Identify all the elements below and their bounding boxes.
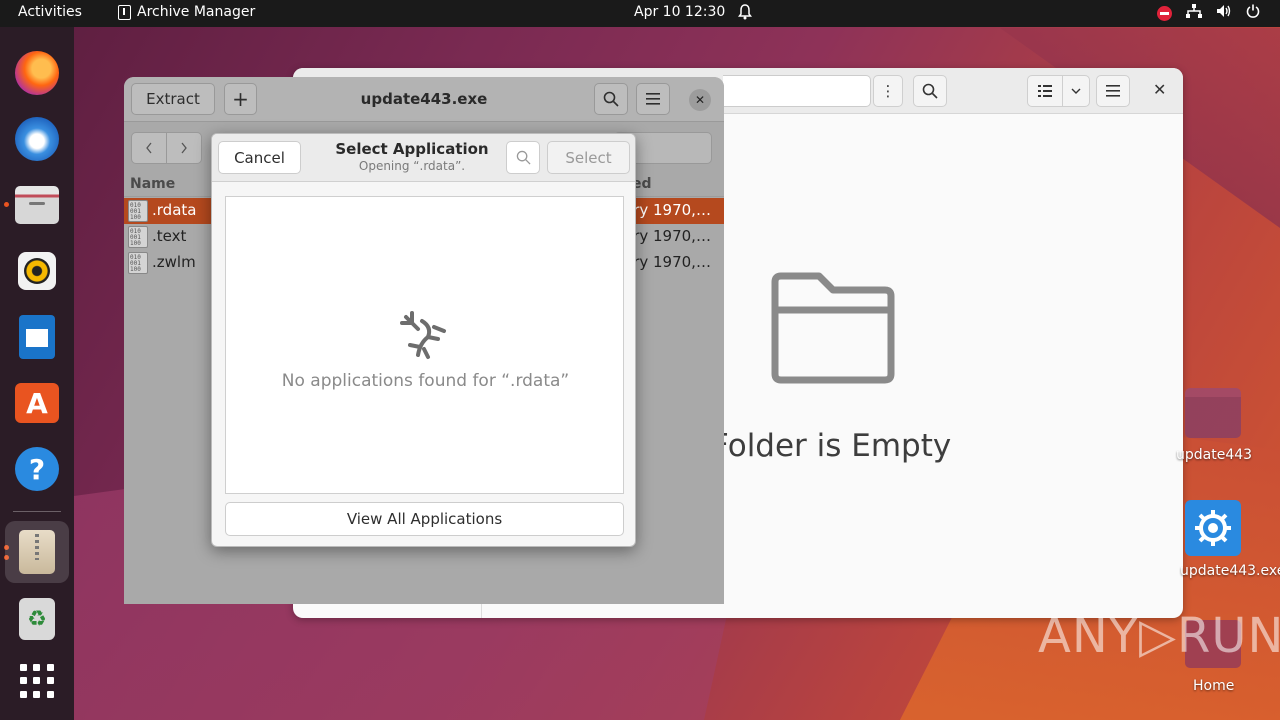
files-icon — [15, 186, 59, 224]
clock[interactable]: Apr 10 12:30 — [634, 4, 725, 20]
no-apps-icon — [400, 311, 446, 359]
file-name: .rdata — [152, 201, 197, 219]
file-date: ary 1970,… — [624, 227, 711, 245]
app-menu[interactable]: Archive Manager — [118, 4, 255, 20]
thunderbird-icon — [15, 117, 59, 161]
dock-thunderbird[interactable] — [13, 115, 61, 163]
power-icon — [1246, 4, 1260, 22]
dock-help[interactable]: ? — [13, 445, 61, 493]
empty-folder-icon — [771, 272, 895, 384]
application-list: No applications found for “.rdata” — [225, 196, 624, 494]
forward-button[interactable] — [166, 132, 202, 164]
select-application-dialog: Cancel Select Application Opening “.rdat… — [211, 133, 636, 547]
archive-app-icon — [118, 4, 131, 20]
window-title: update443.exe — [360, 90, 488, 108]
desktop-exe-icon[interactable] — [1185, 500, 1241, 556]
network-icon — [1186, 4, 1202, 22]
app-menu-label: Archive Manager — [137, 4, 256, 20]
volume-icon — [1216, 4, 1232, 22]
file-name: .text — [152, 227, 187, 245]
binary-file-icon: 010 001 100 — [128, 226, 148, 248]
dock-firefox[interactable] — [13, 49, 61, 97]
desktop-home-label[interactable]: Home — [1193, 678, 1234, 694]
path-bar[interactable] — [723, 75, 871, 107]
close-icon[interactable]: ✕ — [689, 89, 711, 111]
file-name: .zwlm — [152, 253, 196, 271]
archive-header: Extract + update443.exe ✕ — [124, 77, 724, 122]
help-icon: ? — [15, 447, 59, 491]
chevron-right-icon — [181, 142, 187, 154]
trash-icon: ♻ — [19, 598, 55, 640]
rhythmbox-icon — [18, 252, 56, 290]
search-button[interactable] — [594, 83, 628, 115]
list-view-icon — [1038, 85, 1052, 97]
dialog-subtitle: Opening “.rdata”. — [358, 159, 466, 173]
column-name[interactable]: Name — [130, 176, 175, 192]
binary-file-icon: 010 001 100 — [128, 200, 148, 222]
search-button[interactable] — [913, 75, 947, 107]
show-apps-button[interactable] — [13, 657, 61, 705]
select-button[interactable]: Select — [547, 141, 630, 174]
dock-trash[interactable]: ♻ — [13, 595, 61, 643]
empty-folder-title: Folder is Empty — [711, 428, 952, 464]
running-indicator — [4, 202, 9, 207]
desktop-folder-icon[interactable] — [1185, 388, 1241, 438]
view-options-button[interactable] — [1062, 75, 1090, 107]
hamburger-icon — [1106, 85, 1120, 97]
bell-icon[interactable] — [738, 4, 752, 24]
desktop-folder-label[interactable]: update443 — [1176, 447, 1252, 463]
hamburger-icon — [646, 93, 660, 105]
archive-manager-icon — [19, 530, 55, 574]
view-list-button[interactable] — [1027, 75, 1063, 107]
system-tray[interactable] — [1157, 4, 1260, 22]
dock-files[interactable] — [13, 181, 61, 229]
activities-button[interactable]: Activities — [18, 4, 82, 20]
path-menu-button[interactable]: ⋮ — [873, 75, 903, 107]
main-menu-button[interactable] — [1096, 75, 1130, 107]
dock-writer[interactable] — [13, 313, 61, 361]
chevron-left-icon — [146, 142, 152, 154]
apps-grid-icon — [20, 664, 54, 698]
file-date: ary 1970,… — [624, 253, 711, 271]
search-icon — [922, 83, 938, 99]
dock-rhythmbox[interactable] — [13, 247, 61, 295]
chevron-down-icon — [1071, 88, 1081, 94]
writer-icon — [19, 315, 55, 359]
gear-icon — [1195, 510, 1231, 546]
dock-separator — [13, 511, 61, 512]
cancel-button[interactable]: Cancel — [218, 141, 301, 174]
dialog-title: Select Application — [335, 140, 489, 158]
anyrun-watermark: ANY▷RUN — [1038, 608, 1280, 664]
dock: A ? ♻ — [0, 27, 74, 720]
view-all-applications-button[interactable]: View All Applications — [225, 502, 624, 536]
binary-file-icon: 010 001 100 — [128, 252, 148, 274]
desktop-exe-label[interactable]: update443.exe — [1180, 563, 1280, 579]
dock-app-center[interactable]: A — [13, 379, 61, 427]
close-icon[interactable]: ✕ — [1153, 80, 1166, 99]
menu-button[interactable] — [636, 83, 670, 115]
firefox-icon — [15, 51, 59, 95]
back-button[interactable] — [131, 132, 167, 164]
search-icon — [603, 91, 619, 107]
search-button[interactable] — [506, 141, 540, 174]
search-icon — [516, 150, 531, 165]
dialog-header: Cancel Select Application Opening “.rdat… — [212, 134, 635, 182]
app-center-icon: A — [15, 383, 59, 423]
empty-message: No applications found for “.rdata” — [281, 371, 570, 391]
file-date: ary 1970,… — [624, 201, 711, 219]
record-stop-icon[interactable] — [1157, 5, 1172, 21]
top-bar: Activities Archive Manager Apr 10 12:30 — [0, 0, 1280, 27]
dock-archive-manager[interactable] — [5, 521, 69, 583]
